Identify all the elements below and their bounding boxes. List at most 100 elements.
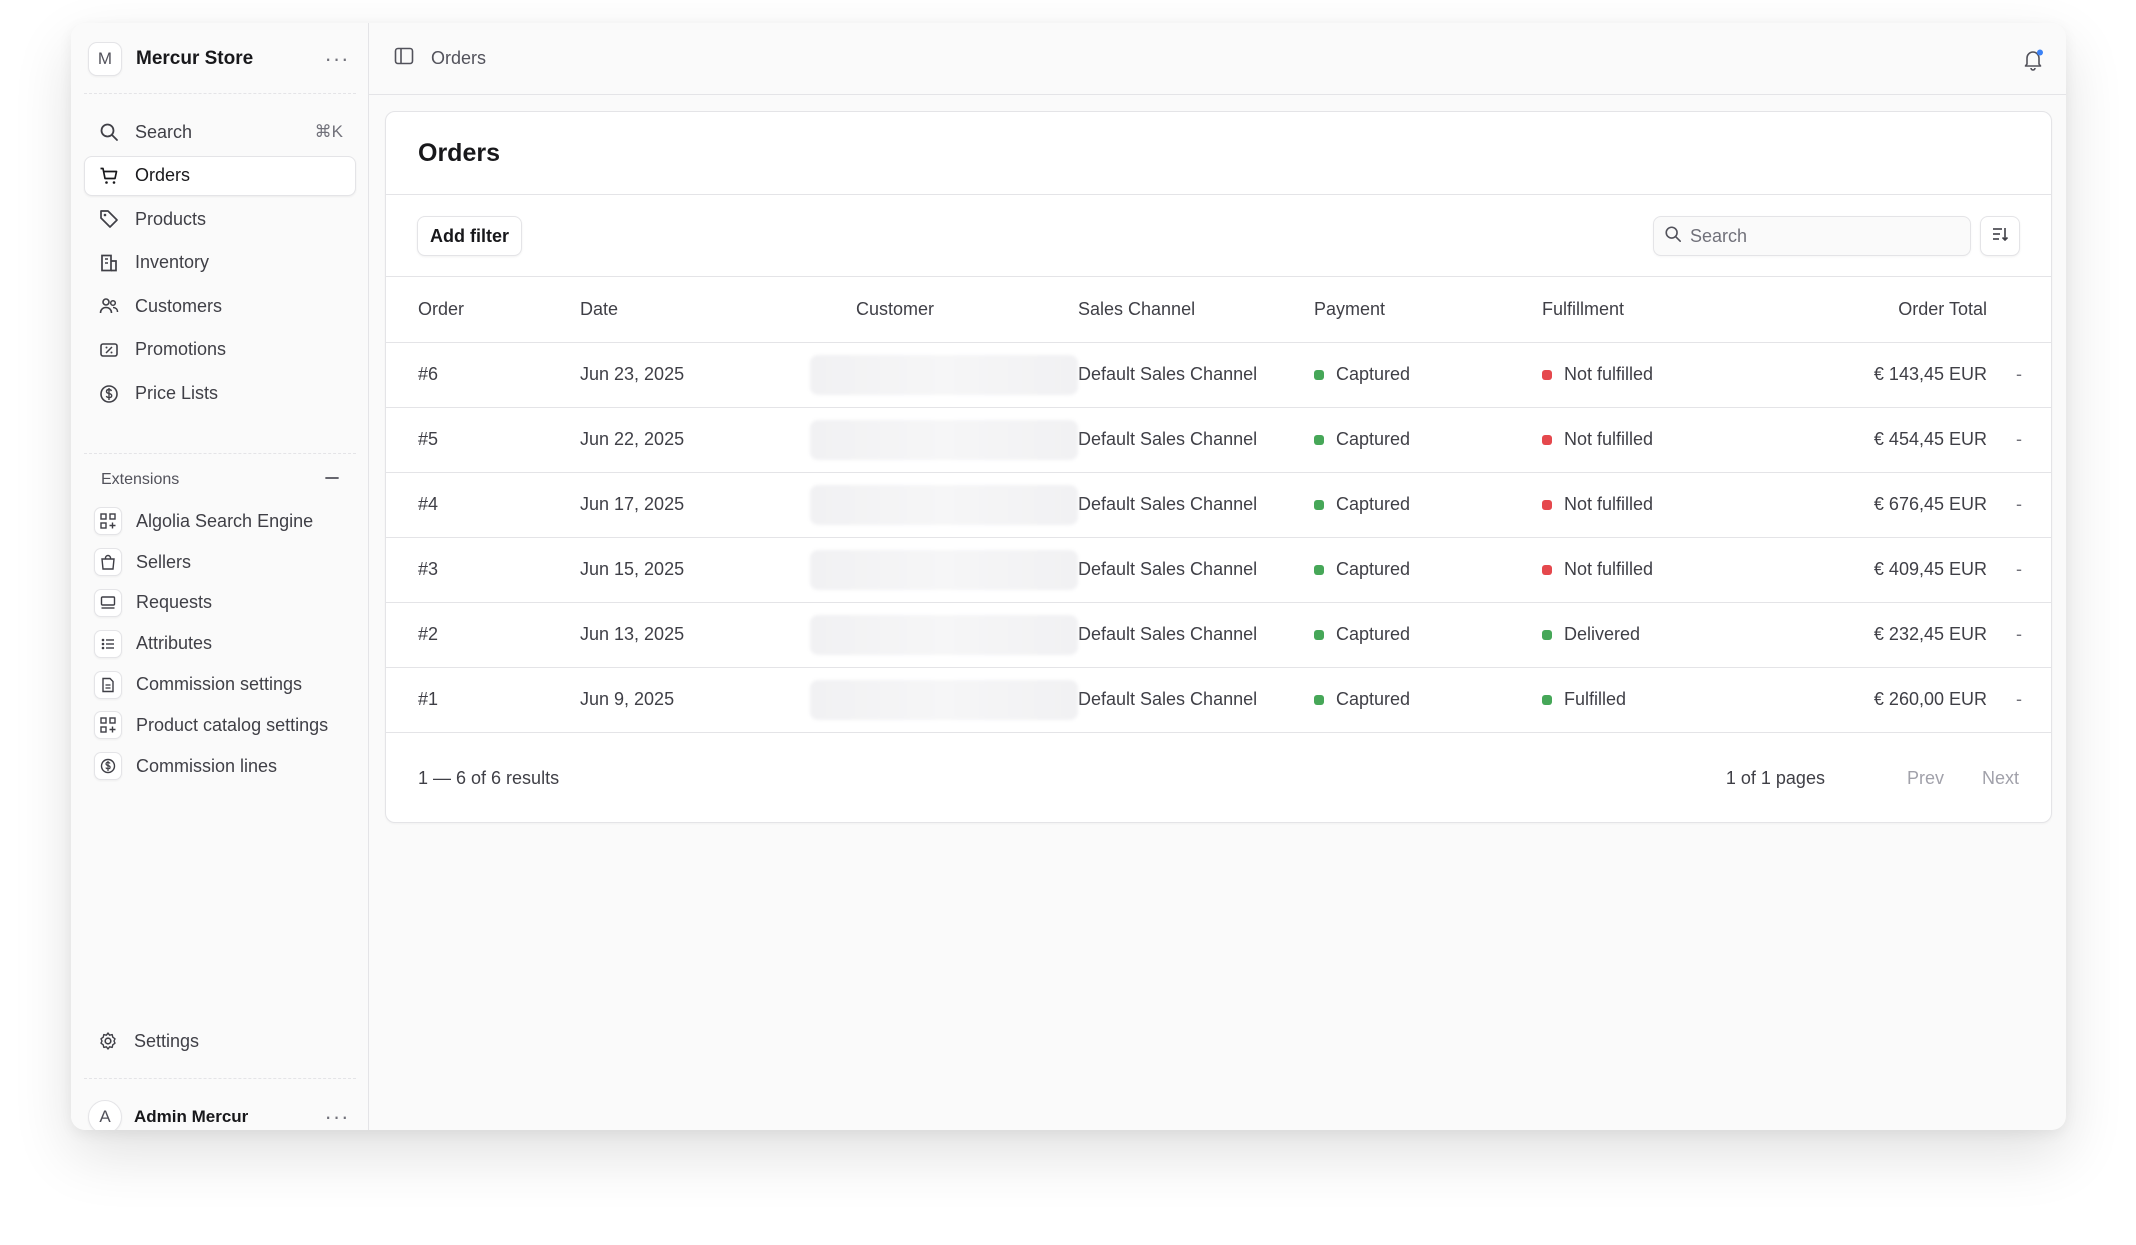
extensions-header[interactable]: Extensions: [101, 468, 341, 492]
order-id: #1: [386, 667, 580, 733]
store-switcher[interactable]: M Mercur Store ···: [88, 41, 352, 77]
fulfillment-status: Delivered: [1564, 624, 1641, 644]
notification-bell-icon[interactable]: [2020, 47, 2046, 73]
payment-status-dot: [1314, 369, 1324, 380]
sidebar-item-label: Price Lists: [135, 383, 219, 404]
row-action[interactable]: -: [1987, 407, 2051, 473]
column-header-date[interactable]: Date: [580, 277, 810, 343]
next-button[interactable]: Next: [1982, 768, 2019, 789]
sort-button[interactable]: [1980, 216, 2020, 256]
sidebar-item-label: Orders: [135, 165, 191, 186]
table-row[interactable]: #3 Jun 15, 2025 Default Sales Channel Ca…: [386, 537, 2051, 603]
search-icon: [97, 120, 121, 144]
column-header-customer[interactable]: Customer: [810, 277, 1078, 343]
sidebar-item-sellers[interactable]: Sellers: [84, 542, 356, 583]
sidebar-item-requests[interactable]: Requests: [84, 583, 356, 624]
user-avatar: A: [88, 1100, 122, 1130]
sidebar-item-inventory[interactable]: Inventory: [84, 243, 356, 283]
fulfillment-status-dot: [1542, 369, 1552, 380]
payment-status: Captured: [1336, 429, 1411, 449]
payment-status: Captured: [1336, 624, 1411, 644]
customer-redacted: [810, 667, 1078, 733]
table-row[interactable]: #1 Jun 9, 2025 Default Sales Channel Cap…: [386, 667, 2051, 733]
table-row[interactable]: #4 Jun 17, 2025 Default Sales Channel Ca…: [386, 472, 2051, 538]
payment-status: Captured: [1336, 559, 1411, 579]
sidebar-item-attributes[interactable]: Attributes: [84, 623, 356, 664]
order-date: Jun 17, 2025: [580, 472, 810, 538]
row-action[interactable]: -: [1987, 602, 2051, 668]
sales-channel: Default Sales Channel: [1078, 667, 1314, 733]
order-total: € 454,45 EUR: [1762, 407, 1987, 473]
sidebar-item-label: Search: [135, 121, 193, 142]
tag-icon: [97, 207, 121, 231]
checklist-icon: [94, 629, 122, 658]
orders-card: Orders Add filter Ord: [385, 111, 2052, 823]
sidebar-item-label: Product catalog settings: [136, 714, 329, 735]
shopping-bag-icon: [94, 548, 122, 577]
order-id: #3: [386, 537, 580, 603]
table-row[interactable]: #2 Jun 13, 2025 Default Sales Channel Ca…: [386, 602, 2051, 668]
fulfillment-status: Not fulfilled: [1564, 364, 1654, 384]
user-menu-icon[interactable]: ···: [322, 1106, 352, 1128]
sidebar-item-algolia[interactable]: Algolia Search Engine: [84, 501, 356, 542]
column-header-payment[interactable]: Payment: [1314, 277, 1542, 343]
column-header-fulfillment[interactable]: Fulfillment: [1542, 277, 1762, 343]
sidebar-item-commission-settings[interactable]: Commission settings: [84, 664, 356, 705]
column-header-sales-channel[interactable]: Sales Channel: [1078, 277, 1314, 343]
sidebar-item-price-lists[interactable]: Price Lists: [84, 374, 356, 414]
squares-plus-icon: [94, 711, 122, 740]
table-toolbar: Add filter: [386, 195, 2051, 277]
sidebar-item-label: Sellers: [136, 551, 192, 572]
row-action[interactable]: -: [1987, 472, 2051, 538]
user-menu[interactable]: A Admin Mercur ···: [88, 1099, 352, 1130]
search-input[interactable]: [1690, 225, 1950, 247]
customer-redacted: [810, 407, 1078, 473]
column-header-order[interactable]: Order: [386, 277, 580, 343]
row-action[interactable]: -: [1987, 537, 2051, 603]
sidebar-item-settings[interactable]: Settings: [84, 1021, 356, 1061]
sidebar-item-promotions[interactable]: Promotions: [84, 330, 356, 370]
order-total: € 409,45 EUR: [1762, 537, 1987, 603]
table-row[interactable]: #5 Jun 22, 2025 Default Sales Channel Ca…: [386, 407, 2051, 473]
sidebar: M Mercur Store ··· Search ⌘K Orders Prod…: [71, 23, 369, 1130]
sales-channel: Default Sales Channel: [1078, 342, 1314, 408]
sidebar-item-search[interactable]: Search ⌘K: [84, 112, 356, 152]
breadcrumb[interactable]: Orders: [431, 48, 486, 69]
column-header-actions: [1987, 277, 2051, 343]
payment-status-dot: [1314, 499, 1324, 510]
collapse-icon[interactable]: [323, 469, 341, 492]
payment-status: Captured: [1336, 689, 1411, 709]
customer-redacted: [810, 602, 1078, 668]
currency-icon: [94, 752, 122, 781]
building-icon: [97, 251, 121, 275]
sales-channel: Default Sales Channel: [1078, 602, 1314, 668]
order-id: #2: [386, 602, 580, 668]
sidebar-item-orders[interactable]: Orders: [84, 155, 356, 196]
customer-redacted: [810, 537, 1078, 603]
customer-redacted: [810, 472, 1078, 538]
order-date: Jun 15, 2025: [580, 537, 810, 603]
fulfillment-status: Not fulfilled: [1564, 559, 1654, 579]
sidebar-item-commission-lines[interactable]: Commission lines: [84, 746, 356, 787]
fulfillment-status-dot: [1542, 499, 1552, 510]
sales-channel: Default Sales Channel: [1078, 472, 1314, 538]
table-row[interactable]: #6 Jun 23, 2025 Default Sales Channel Ca…: [386, 342, 2051, 408]
page-indicator: 1 of 1 pages: [1725, 767, 1825, 788]
store-avatar: M: [88, 42, 122, 76]
search-shortcut: ⌘K: [314, 122, 343, 141]
column-header-order-total[interactable]: Order Total: [1762, 277, 1987, 343]
add-filter-button[interactable]: Add filter: [417, 216, 522, 256]
row-action[interactable]: -: [1987, 342, 2051, 408]
order-total: € 260,00 EUR: [1762, 667, 1987, 733]
sidebar-item-product-catalog-settings[interactable]: Product catalog settings: [84, 705, 356, 746]
sidebar-item-customers[interactable]: Customers: [84, 286, 356, 326]
payment-status-dot: [1314, 694, 1324, 705]
store-menu-icon[interactable]: ···: [322, 48, 352, 70]
sidebar-item-products[interactable]: Products: [84, 199, 356, 239]
sidebar-toggle-icon[interactable]: [393, 45, 415, 72]
prev-button[interactable]: Prev: [1907, 768, 1944, 789]
main-content: Orders Orders Add filter Search Order Da…: [369, 23, 2066, 1130]
row-action[interactable]: -: [1987, 667, 2051, 733]
gear-icon: [96, 1029, 120, 1053]
store-name: Mercur Store: [136, 48, 254, 69]
